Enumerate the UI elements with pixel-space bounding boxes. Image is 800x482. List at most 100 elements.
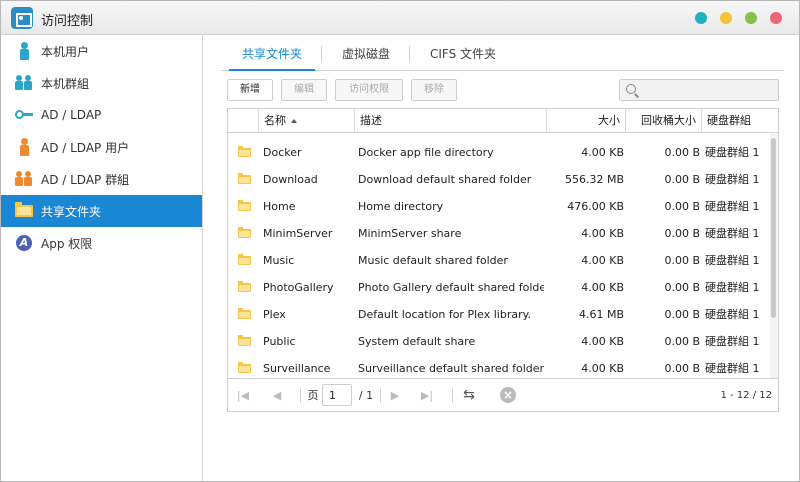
- cell-size: 4.00 KB: [581, 254, 624, 267]
- add-button[interactable]: 新增: [227, 79, 273, 101]
- user-icon: [15, 42, 33, 60]
- sidebar-item-ad-ldap[interactable]: AD / LDAP: [1, 99, 202, 131]
- sidebar-item-shared-folders[interactable]: 共享文件夹: [1, 195, 202, 227]
- folder-icon: [238, 254, 251, 265]
- cell-name: Download: [263, 173, 318, 186]
- header-description[interactable]: 描述: [354, 109, 546, 133]
- table-row[interactable]: Home Home directory 476.00 KB 0.00 B 硬盘群…: [228, 193, 768, 220]
- cell-name: Public: [263, 335, 296, 348]
- ldap-group-icon: [15, 170, 33, 188]
- refresh-icon[interactable]: ⇆: [462, 387, 476, 403]
- folder-icon: [238, 308, 251, 319]
- folder-icon: [238, 362, 251, 373]
- cell-recycle-size: 0.00 B: [664, 254, 700, 267]
- table-row[interactable]: Music Music default shared folder 4.00 K…: [228, 247, 768, 274]
- sidebar-item-app-permissions[interactable]: A App 权限: [1, 227, 202, 259]
- cell-size: 4.00 KB: [581, 335, 624, 348]
- group-icon: [15, 74, 33, 92]
- table-header: 名称 描述 大小 回收桶大小 硬盘群組: [228, 109, 778, 133]
- sidebar-item-label: AD / LDAP 用户: [41, 140, 130, 155]
- cell-size: 4.00 KB: [581, 281, 624, 294]
- sidebar-item-ad-ldap-groups[interactable]: AD / LDAP 群組: [1, 163, 202, 195]
- cell-description: Default location for Plex library.: [358, 308, 532, 321]
- cell-name: Docker: [263, 146, 302, 159]
- scrollbar-thumb[interactable]: [771, 138, 776, 318]
- cell-size: 556.32 MB: [564, 173, 624, 186]
- window-title: 访问控制: [41, 14, 94, 29]
- cell-name: PhotoGallery: [263, 281, 334, 294]
- first-page-icon[interactable]: |◀: [236, 379, 250, 411]
- cell-disk-group: 硬盘群組 1: [705, 281, 760, 294]
- tab-shared-folders[interactable]: 共享文件夹: [229, 37, 315, 71]
- search-input[interactable]: [642, 81, 774, 99]
- cell-description: Download default shared folder: [358, 173, 532, 186]
- cell-disk-group: 硬盘群組 1: [705, 254, 760, 267]
- cell-description: Music default shared folder: [358, 254, 508, 267]
- table-row[interactable]: MinimServer MinimServer share 4.00 KB 0.…: [228, 220, 768, 247]
- table-row[interactable]: PhotoGallery Photo Gallery default share…: [228, 274, 768, 301]
- cell-name: Home: [263, 200, 296, 213]
- cell-disk-group: 硬盘群組 1: [705, 146, 760, 159]
- folder-icon: [238, 227, 251, 238]
- app-window: 访问控制 本机用户 本机群組 AD / LDAP AD / LDAP 用户 AD…: [0, 0, 800, 482]
- cell-size: 4.00 KB: [581, 146, 624, 159]
- cell-recycle-size: 0.00 B: [664, 146, 700, 159]
- table-body: Docker Docker app file directory 4.00 KB…: [228, 134, 768, 378]
- access-control-app-icon: [11, 7, 33, 29]
- sidebar-item-ad-ldap-users[interactable]: AD / LDAP 用户: [1, 131, 202, 163]
- cell-description: Home directory: [358, 200, 444, 213]
- info-button[interactable]: [695, 12, 707, 24]
- header-recycle-bin-size[interactable]: 回收桶大小: [625, 109, 701, 133]
- pager-separator: [300, 388, 301, 403]
- sidebar-item-label: App 权限: [41, 236, 93, 251]
- cell-disk-group: 硬盘群組 1: [705, 173, 760, 186]
- key-icon: [15, 106, 33, 124]
- cell-recycle-size: 0.00 B: [664, 173, 700, 186]
- previous-page-icon[interactable]: ◀: [270, 379, 284, 411]
- ldap-user-icon: [15, 138, 33, 156]
- folder-icon: [15, 202, 33, 220]
- cell-name: Music: [263, 254, 295, 267]
- header-name[interactable]: 名称: [258, 109, 354, 133]
- cell-name: Plex: [263, 308, 286, 321]
- permissions-button[interactable]: 访问权限: [335, 79, 403, 101]
- folder-icon: [238, 335, 251, 346]
- header-disk-group[interactable]: 硬盘群組: [701, 109, 778, 133]
- tab-virtual-disk[interactable]: 虚拟磁盘: [329, 37, 403, 71]
- folder-icon: [238, 173, 251, 184]
- remove-button[interactable]: 移除: [411, 79, 457, 101]
- clear-filter-icon[interactable]: ×: [500, 387, 516, 403]
- pagination-bar: |◀ ◀ 页 / 1 ▶ ▶| ⇆ × 1 - 12 / 12: [228, 378, 778, 411]
- header-icon-column: [228, 109, 258, 133]
- total-pages: / 1: [358, 389, 374, 402]
- last-page-icon[interactable]: ▶|: [420, 379, 434, 411]
- vertical-scrollbar[interactable]: [770, 134, 777, 378]
- table-row[interactable]: Download Download default shared folder …: [228, 166, 768, 193]
- cell-description: System default share: [358, 335, 476, 348]
- edit-button[interactable]: 编辑: [281, 79, 327, 101]
- table-row[interactable]: Docker Docker app file directory 4.00 KB…: [228, 139, 768, 166]
- table-row[interactable]: Plex Default location for Plex library. …: [228, 301, 768, 328]
- folder-icon: [238, 146, 251, 157]
- table-row[interactable]: Public System default share 4.00 KB 0.00…: [228, 328, 768, 355]
- folder-icon: [238, 281, 251, 292]
- cell-name: MinimServer: [263, 227, 333, 240]
- cell-size: 476.00 KB: [567, 200, 624, 213]
- next-page-icon[interactable]: ▶: [388, 379, 402, 411]
- sidebar-item-local-groups[interactable]: 本机群組: [1, 67, 202, 99]
- main-panel: 共享文件夹 虚拟磁盘 CIFS 文件夹 新增 编辑 访问权限 移除 名称 描述 …: [204, 35, 799, 481]
- cell-size: 4.61 MB: [578, 308, 624, 321]
- tab-cifs-folders[interactable]: CIFS 文件夹: [417, 37, 509, 71]
- tab-bar: 共享文件夹 虚拟磁盘 CIFS 文件夹: [221, 37, 784, 71]
- maximize-button[interactable]: [745, 12, 757, 24]
- header-size[interactable]: 大小: [546, 109, 625, 133]
- sidebar-item-local-users[interactable]: 本机用户: [1, 35, 202, 67]
- pager-separator: [380, 388, 381, 403]
- sort-ascending-icon: [291, 119, 297, 123]
- minimize-button[interactable]: [720, 12, 732, 24]
- page-number-input[interactable]: [322, 384, 352, 406]
- close-button[interactable]: [770, 12, 782, 24]
- search-box: [619, 79, 779, 101]
- cell-recycle-size: 0.00 B: [664, 308, 700, 321]
- sidebar-item-label: 共享文件夹: [41, 204, 102, 219]
